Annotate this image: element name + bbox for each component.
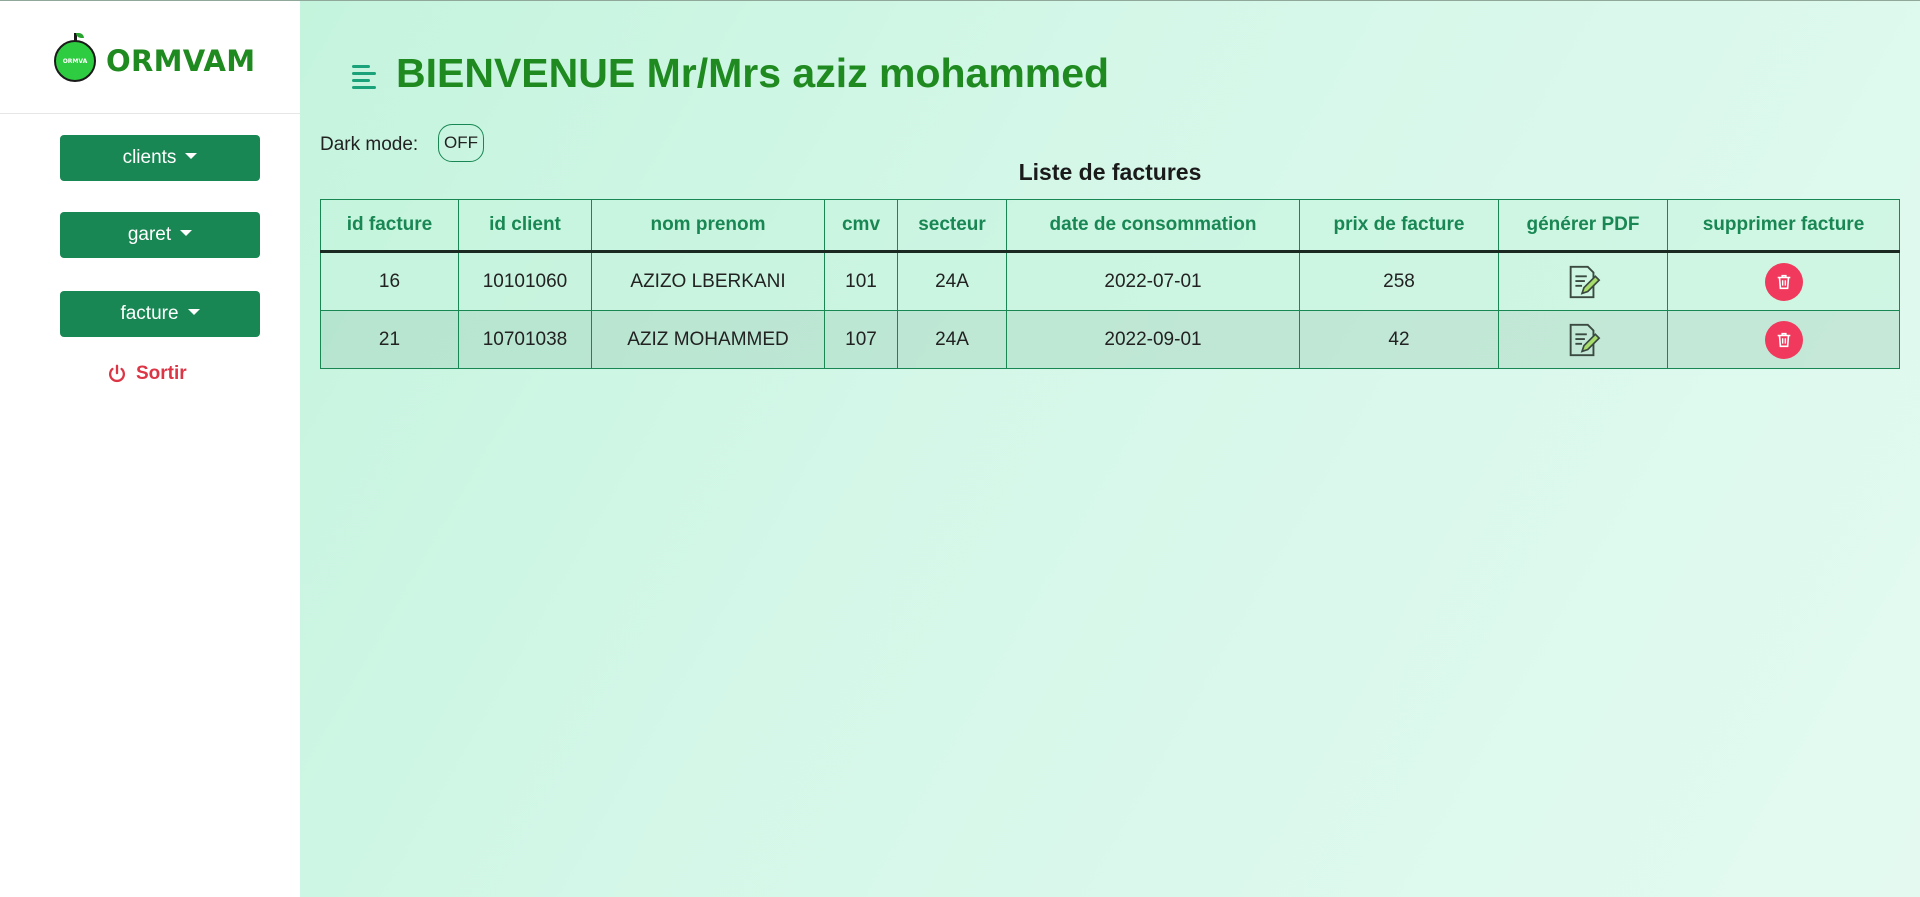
garet-dropdown-label: garet — [127, 224, 172, 245]
cell-date: 2022-09-01 — [1006, 310, 1300, 369]
column-header-nom-prenom: nom prenom — [591, 199, 825, 253]
table-caption: Liste de factures — [1018, 159, 1202, 185]
delete-invoice-button[interactable] — [1764, 262, 1803, 301]
cell-prix: 258 — [1299, 251, 1499, 311]
sidebar-divider — [0, 113, 300, 114]
column-header-prix: prix de facture — [1299, 199, 1499, 253]
column-header-date: date de consommation — [1006, 199, 1300, 253]
dark-mode-label: Dark mode: — [320, 134, 419, 155]
invoices-table: id facture id client nom prenom cmv sect… — [320, 199, 1900, 369]
column-header-supprimer: supprimer facture — [1667, 199, 1900, 253]
trash-icon — [1777, 332, 1790, 347]
facture-dropdown-label: facture — [120, 303, 179, 324]
clients-dropdown-button[interactable]: clients — [60, 135, 260, 181]
column-header-generer-pdf: générer PDF — [1498, 199, 1668, 253]
column-header-secteur: secteur — [897, 199, 1007, 253]
cell-prix: 42 — [1299, 310, 1499, 369]
cell-generer-pdf — [1498, 251, 1668, 311]
table-row: 21 10701038 AZIZ MOHAMMED 107 24A 2022-0… — [320, 310, 1900, 369]
cell-supprimer — [1667, 310, 1900, 369]
clients-dropdown-label: clients — [122, 147, 177, 168]
logout-link[interactable]: Sortir — [106, 363, 187, 385]
cell-secteur: 24A — [897, 251, 1007, 311]
power-icon — [108, 364, 126, 383]
dark-mode-toggle[interactable]: OFF — [438, 124, 484, 162]
cell-id-facture: 16 — [320, 251, 459, 311]
caret-down-icon — [187, 309, 200, 315]
caret-down-icon — [180, 230, 193, 236]
table-header-row: id facture id client nom prenom cmv sect… — [320, 199, 1900, 253]
garet-dropdown-button[interactable]: garet — [60, 212, 260, 258]
sidebar: ORMVA ORMVAM clients garet facture Sorti… — [0, 1, 300, 897]
menu-icon[interactable] — [350, 62, 378, 90]
brand[interactable]: ORMVA ORMVAM — [54, 33, 256, 87]
column-header-cmv: cmv — [824, 199, 898, 253]
column-header-id-facture: id facture — [320, 199, 459, 253]
table-row: 16 10101060 AZIZO LBERKANI 101 24A 2022-… — [320, 251, 1900, 311]
cell-secteur: 24A — [897, 310, 1007, 369]
caret-down-icon — [185, 153, 198, 159]
cell-nom-prenom: AZIZ MOHAMMED — [591, 310, 825, 369]
delete-invoice-button[interactable] — [1764, 320, 1803, 359]
column-header-id-client: id client — [458, 199, 592, 253]
cell-supprimer — [1667, 251, 1900, 311]
cell-cmv: 107 — [824, 310, 898, 369]
cell-date: 2022-07-01 — [1006, 251, 1300, 311]
logo-text: ORMVA — [62, 57, 88, 65]
trash-icon — [1777, 274, 1790, 289]
cell-generer-pdf — [1498, 310, 1668, 369]
edit-document-icon[interactable] — [1564, 321, 1602, 359]
brand-name: ORMVAM — [106, 44, 256, 78]
page-title: BIENVENUE Mr/Mrs aziz mohammed — [396, 50, 1110, 96]
edit-document-icon[interactable] — [1564, 263, 1602, 301]
cell-id-client: 10101060 — [458, 251, 592, 311]
cell-id-client: 10701038 — [458, 310, 592, 369]
cell-id-facture: 21 — [320, 310, 459, 369]
logo-icon: ORMVA — [54, 33, 96, 82]
cell-cmv: 101 — [824, 251, 898, 311]
facture-dropdown-button[interactable]: facture — [60, 291, 260, 337]
cell-nom-prenom: AZIZO LBERKANI — [591, 251, 825, 311]
logout-label: Sortir — [136, 363, 187, 384]
